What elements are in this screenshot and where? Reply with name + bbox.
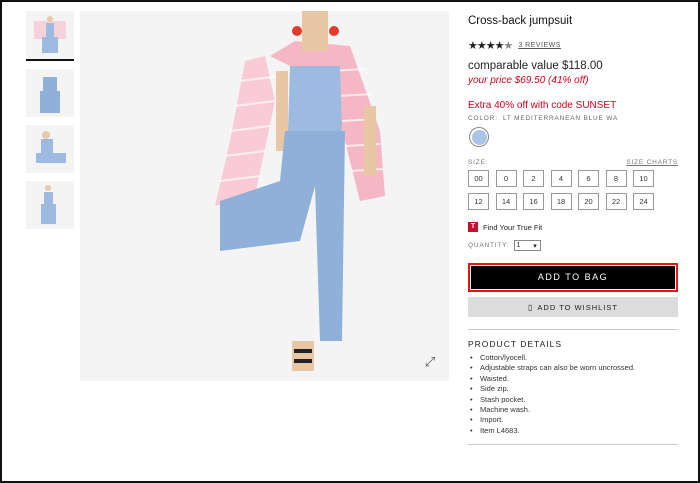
truefit-row[interactable]: T Find Your True Fit	[468, 222, 678, 232]
divider	[468, 329, 678, 330]
size-option[interactable]: 8	[605, 170, 627, 187]
size-label: SIZE:	[468, 159, 489, 166]
truefit-label: Find Your True Fit	[483, 222, 543, 232]
detail-item: Side zip.	[468, 384, 678, 395]
detail-item: Machine wash.	[468, 405, 678, 416]
quantity-select[interactable]: 1 ▾	[513, 240, 541, 251]
detail-item: Stash pocket.	[468, 395, 678, 406]
truefit-logo-icon: T	[468, 222, 478, 232]
detail-item: Adjustable straps can also be worn uncro…	[468, 363, 678, 374]
jumpsuit-model-illustration	[215, 11, 385, 371]
detail-item: Cotton/lyocell.	[468, 353, 678, 364]
product-title: Cross-back jumpsuit	[468, 15, 573, 27]
add-to-wishlist-button[interactable]: ▯ ADD TO WISHLIST	[468, 297, 678, 317]
size-option[interactable]: 6	[578, 170, 599, 187]
size-option[interactable]: 00	[468, 170, 489, 187]
thumbnail-3[interactable]	[26, 125, 74, 173]
add-to-bag-button[interactable]: ADD TO BAG	[471, 266, 675, 289]
add-to-bag-highlight: ADD TO BAG	[468, 263, 678, 292]
product-details-list: Cotton/lyocell.Adjustable straps can als…	[468, 353, 678, 437]
size-option[interactable]: 12	[468, 193, 489, 210]
detail-item: Item L4683.	[468, 426, 678, 437]
size-option[interactable]: 16	[523, 193, 544, 210]
reviews-link[interactable]: 3 REVIEWS	[518, 42, 561, 49]
color-swatch-selected[interactable]	[469, 127, 489, 147]
rating-row: ★★★★★ 3 REVIEWS	[468, 39, 678, 52]
size-grid: 00 0 2 4 6 8 10 12 14 16 18 20 22 24	[468, 170, 678, 210]
size-option[interactable]: 0	[495, 170, 517, 187]
product-details-title: PRODUCT DETAILS	[468, 339, 563, 349]
thumbnail-list	[26, 11, 74, 237]
quantity-value: 1	[516, 242, 522, 249]
chevron-down-icon: ▾	[533, 242, 538, 250]
color-name: LT MEDITERRANEAN BLUE WA	[502, 115, 619, 122]
size-option[interactable]: 10	[633, 170, 654, 187]
thumbnail-4[interactable]	[26, 181, 74, 229]
size-option[interactable]: 24	[633, 193, 654, 210]
detail-item: Import.	[468, 415, 678, 426]
comparable-price: comparable value $118.00	[468, 60, 603, 72]
sale-price: your price $69.50 (41% off)	[468, 75, 589, 86]
expand-icon[interactable]: ⤢	[423, 355, 437, 369]
size-option[interactable]: 4	[550, 170, 572, 187]
size-option[interactable]: 18	[550, 193, 572, 210]
thumbnail-1[interactable]	[26, 11, 74, 61]
star-rating-icon: ★★★★★	[468, 40, 513, 52]
color-swatch	[471, 129, 487, 145]
size-option[interactable]: 2	[523, 170, 544, 187]
quantity-row: QUANTITY: 1 ▾	[468, 240, 678, 251]
bookmark-icon: ▯	[528, 302, 534, 312]
size-charts-link[interactable]: SIZE CHARTS	[626, 159, 678, 166]
divider	[468, 444, 678, 446]
promo-text: Extra 40% off with code SUNSET	[468, 100, 617, 111]
color-row: COLOR: LT MEDITERRANEAN BLUE WA	[468, 115, 678, 122]
quantity-label: QUANTITY:	[468, 242, 510, 249]
color-label: COLOR:	[468, 115, 498, 122]
main-product-image[interactable]: ⤢	[80, 11, 449, 381]
size-option[interactable]: 14	[495, 193, 517, 210]
detail-item: Waisted.	[468, 374, 678, 385]
product-info: Cross-back jumpsuit ★★★★★ 3 REVIEWS comp…	[468, 15, 678, 446]
size-option[interactable]: 22	[605, 193, 627, 210]
wishlist-label: ADD TO WISHLIST	[537, 302, 618, 312]
size-option[interactable]: 20	[578, 193, 599, 210]
size-header: SIZE: SIZE CHARTS	[468, 159, 678, 166]
thumbnail-2[interactable]	[26, 69, 74, 117]
